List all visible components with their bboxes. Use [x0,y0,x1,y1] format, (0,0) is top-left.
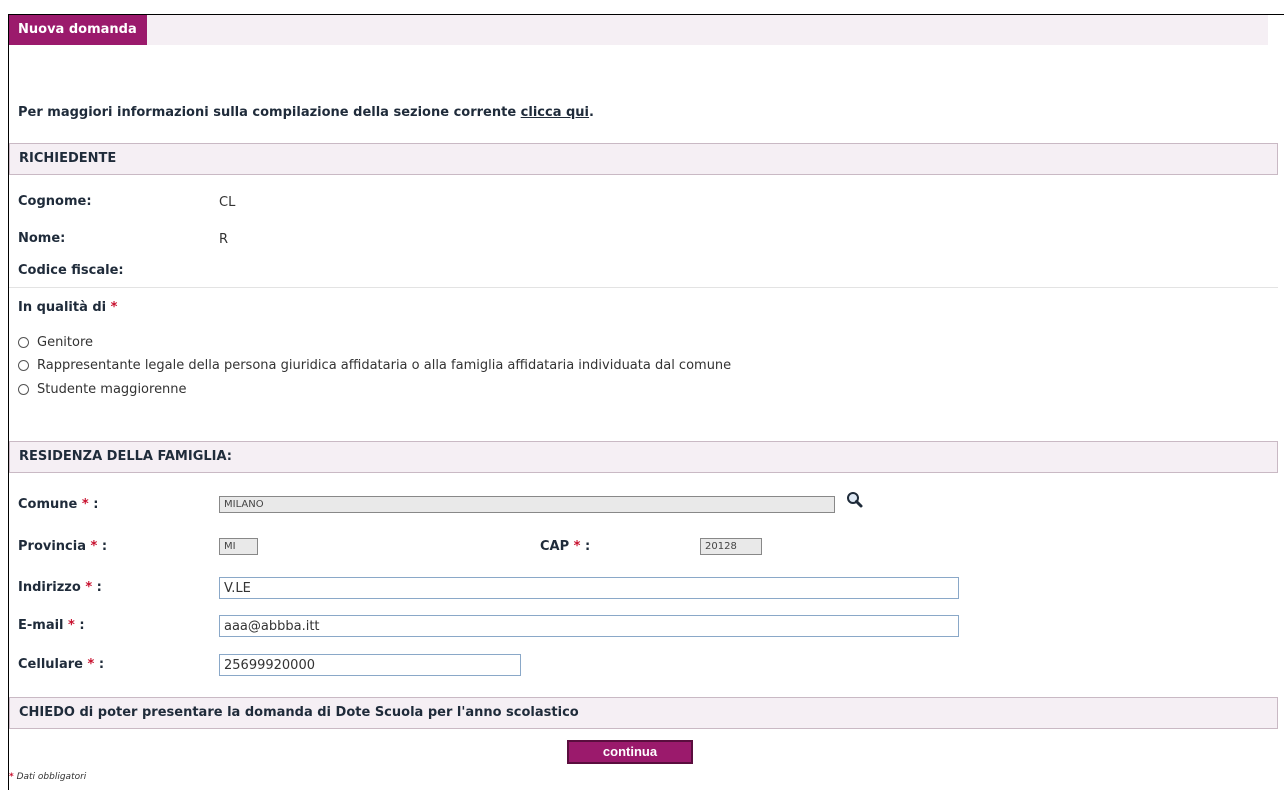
qualita-label-text: In qualità di [18,300,107,315]
comune-label: Comune * : [18,497,98,512]
radio-button[interactable] [18,337,29,348]
nome-label: Nome: [18,231,66,246]
email-input[interactable] [219,615,959,637]
radio-genitore[interactable]: Genitore [18,335,93,350]
cellulare-label: Cellulare * : [18,657,104,672]
page-title: Nuova domanda [9,15,147,45]
required-asterisk: * [87,657,95,672]
qualita-label: In qualità di * [18,300,117,315]
colon: : [98,657,105,672]
email-label: E-mail * : [18,618,85,633]
radio-button[interactable] [18,384,29,395]
colon: : [585,539,591,554]
indirizzo-label: Indirizzo * : [18,580,102,595]
required-asterisk: * [110,300,118,315]
section-richiedente: RICHIEDENTE [9,143,1278,175]
required-asterisk: * [573,539,581,554]
section-chiedo: CHIEDO di poter presentare la domanda di… [9,697,1278,729]
cap-label-text: CAP [540,539,570,554]
email-label-text: E-mail [18,618,64,633]
cognome-value: CL [219,195,236,210]
search-icon[interactable] [846,491,864,509]
divider [9,287,1278,288]
radio-label: Genitore [37,335,94,350]
required-asterisk: * [68,618,75,633]
required-asterisk: * [90,539,98,554]
codice-fiscale-label: Codice fiscale: [18,263,124,278]
continue-button[interactable]: continua [567,740,693,764]
indirizzo-input[interactable] [219,577,959,599]
nome-value: R [219,232,229,247]
info-text: Per maggiori informazioni sulla compilaz… [18,105,594,120]
title-bar [9,15,1268,45]
help-link[interactable]: clicca qui [521,105,589,120]
provincia-label-text: Provincia [18,539,86,554]
radio-rappresentante-legale[interactable]: Rappresentante legale della persona giur… [18,358,731,373]
indirizzo-label-text: Indirizzo [18,580,81,595]
comune-field[interactable] [219,496,835,513]
cap-label: CAP * : [540,539,590,554]
radio-label: Studente maggiorenne [37,382,187,397]
cellulare-input[interactable] [219,654,521,676]
colon: : [93,497,99,512]
comune-label-text: Comune [18,497,78,512]
cellulare-label-text: Cellulare [18,657,83,672]
radio-studente-maggiorenne[interactable]: Studente maggiorenne [18,382,187,397]
provincia-label: Provincia * : [18,539,107,554]
cap-field[interactable] [700,538,762,555]
cognome-label: Cognome: [18,194,92,209]
radio-button[interactable] [18,360,29,371]
colon: : [79,618,85,633]
info-suffix: . [589,105,594,120]
provincia-field[interactable] [219,538,258,555]
radio-label: Rappresentante legale della persona giur… [37,358,732,373]
footer-note-text: Dati obbligatori [13,772,87,782]
colon: : [101,539,108,554]
required-asterisk: * [85,580,93,595]
colon: : [96,580,102,595]
footer-note: * Dati obbligatori [9,772,86,782]
info-prefix: Per maggiori informazioni sulla compilaz… [18,105,521,120]
section-residenza: RESIDENZA DELLA FAMIGLIA: [9,441,1278,473]
required-asterisk: * [81,497,89,512]
page-frame [8,14,1284,790]
